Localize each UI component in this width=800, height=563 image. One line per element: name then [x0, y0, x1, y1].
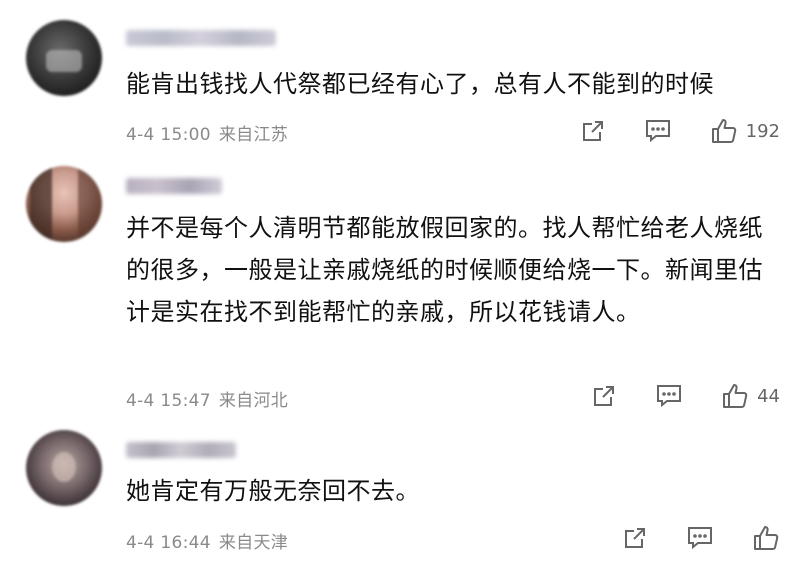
- comment-location: 来自江苏: [218, 125, 289, 145]
- comment-icon: [645, 120, 670, 143]
- comment-text: 能肯出钱找人代祭都已经有心了，总有人不能到的时候: [126, 70, 714, 98]
- comment-text: 她肯定有万般无奈回不去。: [126, 477, 420, 505]
- username-blurred[interactable]: [126, 30, 276, 46]
- comment-actions: [622, 522, 780, 554]
- comment-meta: 4-4 15:00 来自江苏: [126, 120, 288, 145]
- share-button[interactable]: [622, 525, 648, 551]
- comment-time: 4-4 15:47: [126, 391, 211, 411]
- comment-icon: [657, 385, 682, 408]
- comment-time: 4-4 16:44: [126, 533, 211, 553]
- comment-icon: [688, 527, 712, 550]
- avatar[interactable]: [26, 166, 102, 242]
- comment-meta: 4-4 16:44 来自天津: [126, 528, 288, 553]
- share-button[interactable]: [580, 118, 606, 144]
- thumbs-up-icon: [723, 384, 748, 408]
- thumbs-up-icon: [711, 119, 736, 143]
- comment-item: 能肯出钱找人代祭都已经有心了，总有人不能到的时候 4-4 15:00 来自江苏 1…: [0, 0, 800, 160]
- comment-text: 并不是每个人清明节都能放假回家的。找人帮忙给老人烧纸的很多，一般是让亲戚烧纸的时…: [126, 214, 763, 326]
- comment-time: 4-4 15:00: [126, 125, 211, 145]
- share-icon: [625, 528, 645, 548]
- reply-button[interactable]: [655, 383, 683, 409]
- like-button[interactable]: 44: [721, 382, 780, 410]
- comment-item: 并不是每个人清明节都能放假回家的。找人帮忙给老人烧纸的很多，一般是让亲戚烧纸的时…: [0, 160, 800, 420]
- like-button[interactable]: 192: [710, 117, 780, 145]
- like-button[interactable]: [752, 524, 780, 552]
- like-count: 44: [757, 385, 780, 407]
- share-icon: [594, 386, 615, 406]
- comment-location: 来自天津: [218, 533, 289, 553]
- share-button[interactable]: [591, 383, 617, 409]
- avatar[interactable]: [26, 430, 102, 506]
- like-count: 192: [745, 120, 780, 142]
- comment-item: 她肯定有万般无奈回不去。 4-4 16:44 来自天津: [0, 420, 800, 563]
- username-blurred[interactable]: [126, 178, 222, 194]
- comment-location: 来自河北: [218, 391, 289, 411]
- comment-actions: 44: [591, 380, 780, 412]
- reply-button[interactable]: [644, 118, 672, 144]
- comment-actions: 192: [580, 115, 780, 147]
- username-blurred[interactable]: [126, 442, 236, 458]
- thumbs-up-icon: [754, 526, 779, 550]
- avatar[interactable]: [26, 20, 102, 96]
- reply-button[interactable]: [686, 525, 714, 551]
- comment-meta: 4-4 15:47 来自河北: [126, 386, 288, 411]
- share-icon: [582, 121, 603, 141]
